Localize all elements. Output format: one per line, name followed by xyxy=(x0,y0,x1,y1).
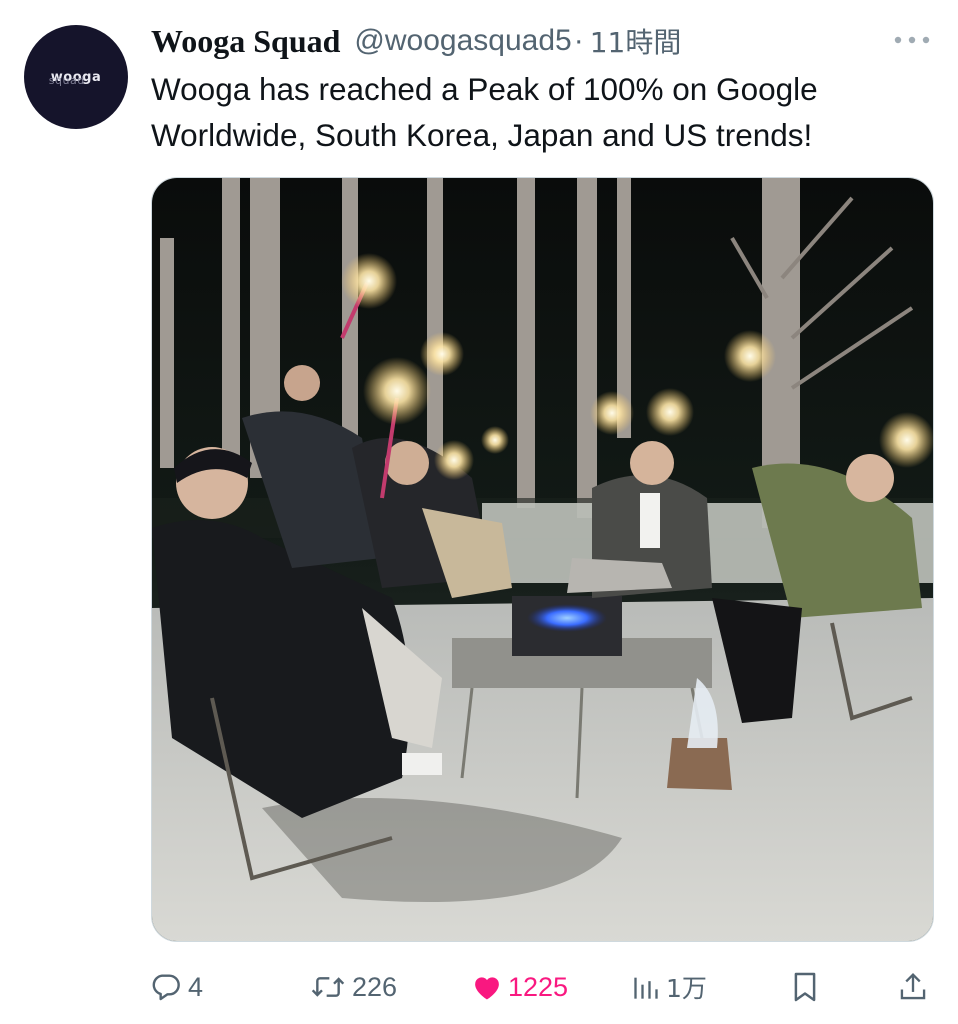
reply-icon xyxy=(152,974,180,1001)
retweet-button[interactable]: 226 xyxy=(310,964,397,1010)
author-display-name[interactable]: Wooga Squad xyxy=(151,23,340,60)
photo-icon xyxy=(152,178,933,941)
heart-icon xyxy=(475,977,499,1000)
action-bar: 4 226 1225 1万 xyxy=(0,964,958,1010)
tweet-timestamp[interactable]: 11時間 xyxy=(590,21,682,61)
tweet-text: Wooga has reached a Peak of 100% on Goog… xyxy=(151,71,818,153)
author-handle[interactable]: @woogasquad5 xyxy=(354,24,571,58)
views-count: 1万 xyxy=(666,974,707,1003)
share-button[interactable] xyxy=(898,964,928,1010)
views-button[interactable]: 1万 xyxy=(632,964,707,1010)
reply-button[interactable]: 4 xyxy=(150,964,203,1010)
bookmark-button[interactable] xyxy=(792,964,818,1010)
header-separator: · xyxy=(573,24,584,57)
more-options-button[interactable] xyxy=(890,26,934,54)
bookmark-icon xyxy=(794,972,816,1002)
tweet-header: Wooga Squad @woogasquad5 · 11時間 xyxy=(151,18,681,64)
retweet-count: 226 xyxy=(352,971,398,1002)
tweet: squad wooga Wooga Squad @woogasquad5 · 1… xyxy=(0,0,958,1024)
retweet-icon xyxy=(311,977,345,997)
views-icon xyxy=(634,977,658,999)
avatar-logo: squad wooga xyxy=(48,70,101,87)
like-button[interactable]: 1225 xyxy=(472,964,568,1010)
avatar[interactable]: squad wooga xyxy=(24,25,128,129)
tweet-photo[interactable] xyxy=(151,177,934,942)
avatar-logo-sub: squad xyxy=(48,73,85,87)
more-icon xyxy=(894,36,930,44)
reply-count: 4 xyxy=(188,971,204,1002)
like-count: 1225 xyxy=(508,971,569,1002)
share-icon xyxy=(900,973,926,1000)
